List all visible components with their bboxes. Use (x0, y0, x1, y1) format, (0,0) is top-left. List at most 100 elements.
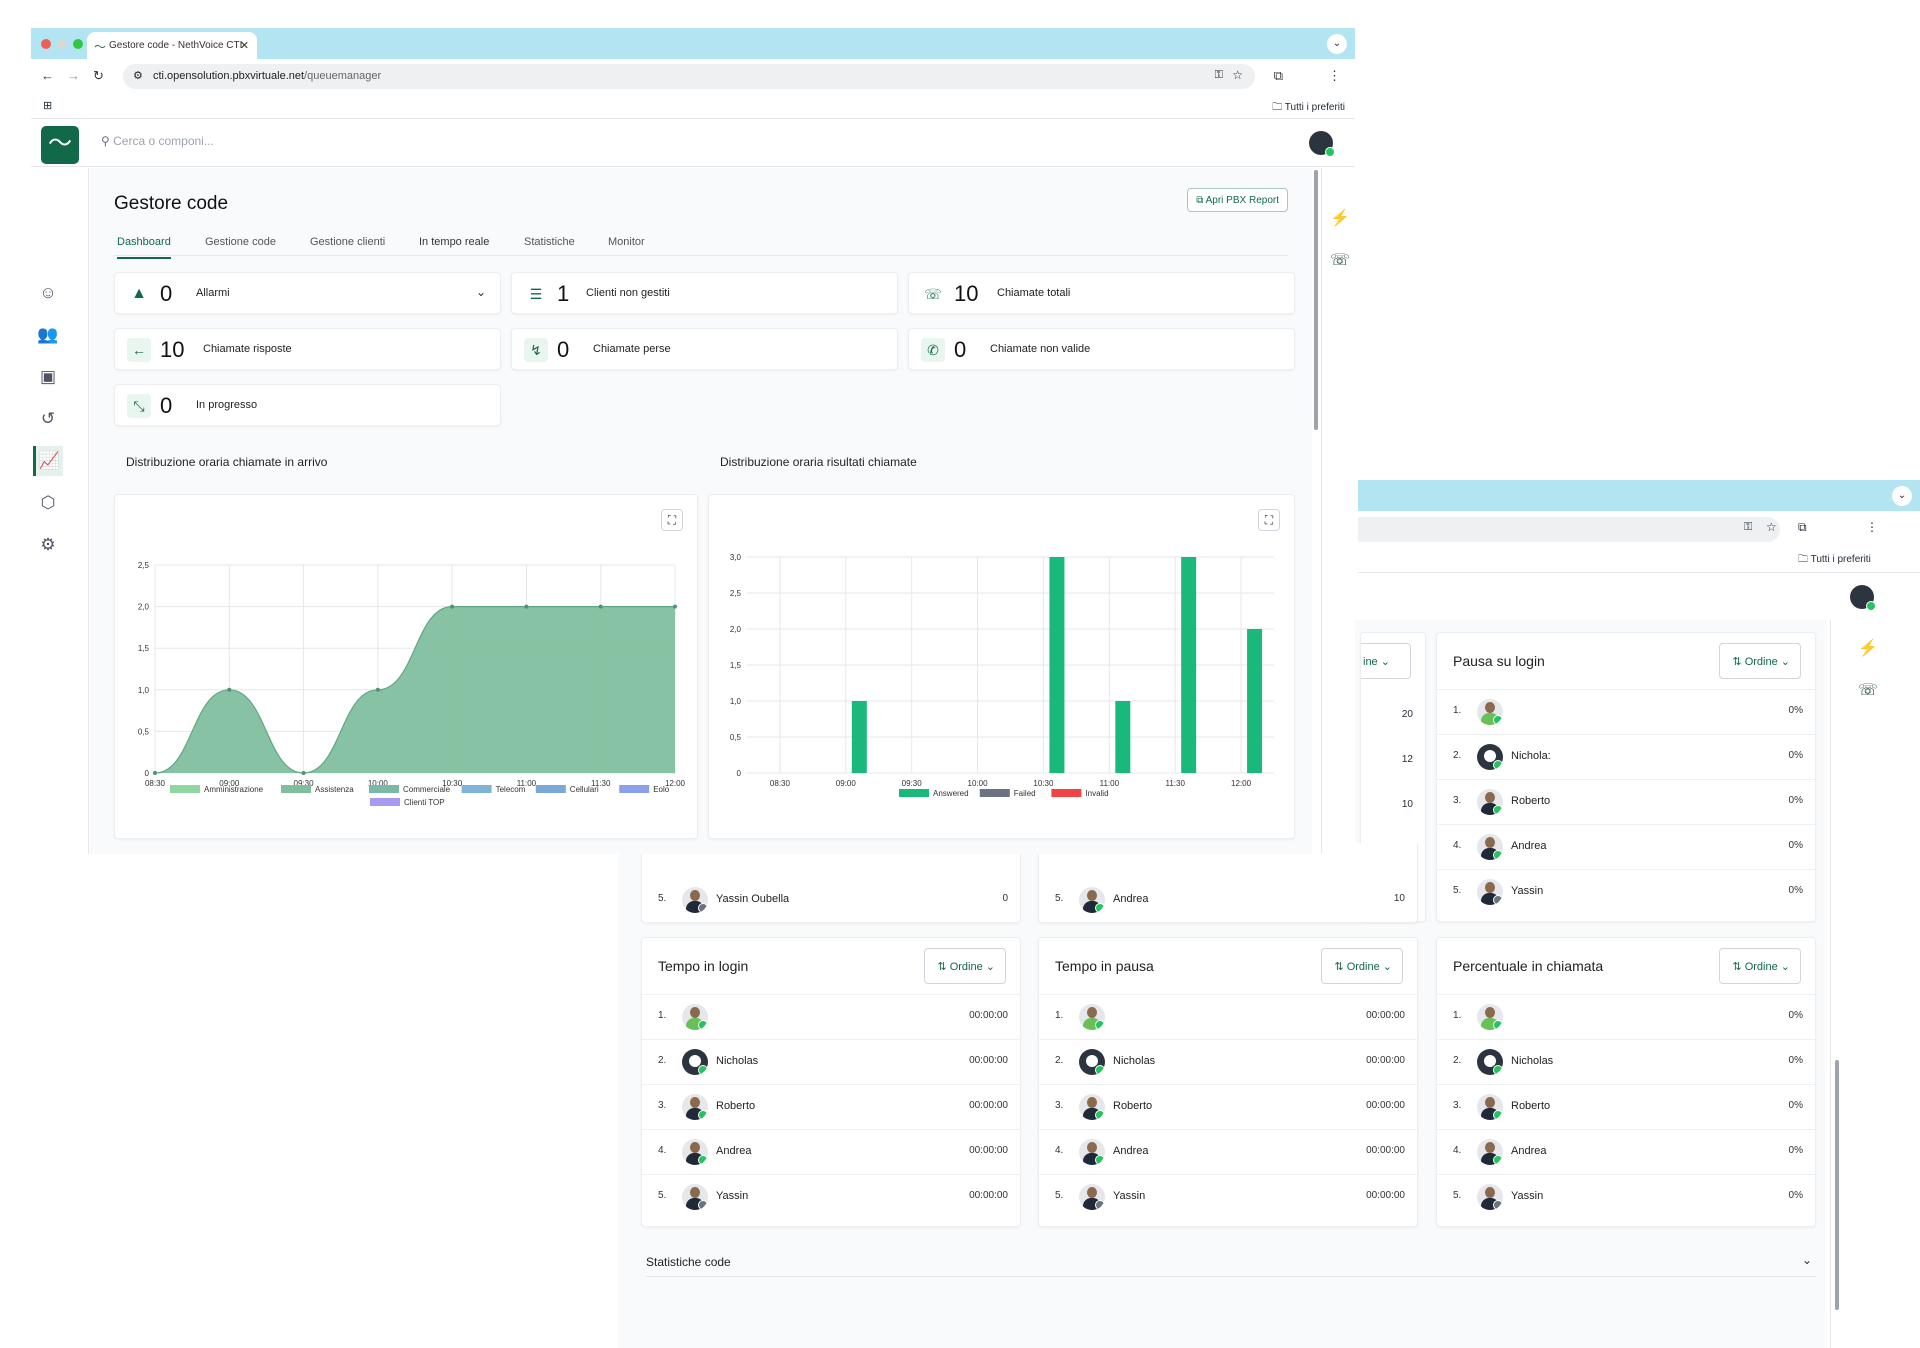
order-button-partial[interactable]: ine ⌄ (1361, 643, 1411, 679)
metric-value: 0% (1788, 885, 1803, 896)
data-point (375, 687, 380, 692)
table-row: 1. 00:00:00 (642, 994, 1020, 1039)
avatar (1477, 834, 1503, 860)
sort-icon: ⇅ (937, 961, 950, 973)
tab-statistiche[interactable]: Statistiche (524, 236, 575, 248)
avatar (682, 1139, 708, 1165)
metric-value: 00:00:00 (1366, 1100, 1405, 1111)
rank: 3. (1055, 1100, 1064, 1111)
legend-swatch (281, 785, 311, 793)
metric-value: 00:00:00 (969, 1010, 1008, 1021)
address-bar[interactable]: ⚙ cti.opensolution.pbxvirtuale.net/queue… (123, 64, 1255, 89)
legend-swatch (370, 798, 400, 806)
nethvoice-logo[interactable]: 〜 (41, 126, 79, 164)
close-window-icon[interactable] (41, 39, 51, 49)
chart-icon[interactable]: 📈 (33, 446, 63, 476)
leaderboard-title: Tempo in pausa (1055, 958, 1154, 974)
operator-icon[interactable]: ☺ (33, 278, 63, 308)
legend-swatch (170, 785, 200, 793)
scrollbar[interactable] (1835, 1060, 1839, 1310)
tab-dashboard[interactable]: Dashboard (117, 236, 171, 259)
url-host: cti.opensolution.pbxvirtuale.net (153, 70, 305, 82)
operator-name: Andrea (716, 1145, 752, 1157)
bookmarks-folder[interactable]: 🗀 Tutti i preferiti (1798, 552, 1871, 569)
lightning-icon[interactable]: ⚡ (1858, 638, 1878, 658)
order-button[interactable]: ⇅ Ordine ⌄ (1321, 948, 1403, 984)
rank: 3. (1453, 1100, 1462, 1111)
lightning-icon[interactable]: ⚡ (1330, 208, 1350, 228)
apps-grid-icon[interactable]: ⊞ (43, 99, 52, 112)
minimize-window-icon[interactable] (57, 39, 67, 49)
browser-tab[interactable]: 〜 Gestore code - NethVoice CTI ✕ (87, 32, 257, 59)
table-row: 2. Nicholas 00:00:00 (1039, 1039, 1417, 1084)
settings-icon[interactable]: ⚙ (33, 530, 63, 560)
maximize-window-icon[interactable] (73, 39, 83, 49)
user-avatar-button[interactable] (1850, 585, 1876, 611)
chevron-down-icon: ⌄ (1801, 1253, 1812, 1267)
phone-icon[interactable]: ☏ (1330, 250, 1350, 270)
bookmarks-folder[interactable]: 🗀 Tutti i preferiti (1272, 100, 1345, 117)
key-icon[interactable]: ⚿ (1744, 521, 1752, 534)
tab-gestione-code[interactable]: Gestione code (205, 236, 276, 248)
stat-label: Chiamate totali (997, 287, 1071, 299)
pbx-report-button[interactable]: ⧉ Apri PBX Report (1187, 188, 1288, 212)
star-icon[interactable]: ☆ (1232, 68, 1243, 82)
chevron-down-icon[interactable]: ⌄ (476, 285, 486, 299)
rank: 5. (1453, 1190, 1462, 1201)
tab-in-tempo-reale[interactable]: In tempo reale (419, 236, 489, 248)
avatar (1477, 789, 1503, 815)
scrollbar[interactable] (1314, 170, 1318, 430)
order-button[interactable]: ⇅ Ordine ⌄ (924, 948, 1006, 984)
order-button[interactable]: ⇅ Ordine ⌄ (1719, 948, 1801, 984)
contacts-icon[interactable]: ▣ (33, 362, 63, 392)
team-icon[interactable]: 👥 (33, 320, 63, 350)
y-tick-label: 0,5 (730, 733, 742, 742)
metric-value: 0% (1788, 1010, 1803, 1021)
avatar (1079, 1004, 1105, 1030)
user-avatar-button[interactable] (1309, 131, 1335, 157)
tab-dropdown-icon[interactable]: ⌄ (1327, 34, 1347, 54)
leaderboard-title: Pausa su login (1453, 653, 1545, 669)
queue-stats-section[interactable]: Statistiche code ⌄ (646, 1253, 1816, 1277)
phone-icon[interactable]: ☏ (1858, 680, 1878, 700)
window-controls[interactable] (41, 39, 83, 49)
tab-monitor[interactable]: Monitor (608, 236, 645, 248)
extensions-icon[interactable]: ⧉ (1274, 68, 1283, 84)
y-tick-label: 2,5 (138, 561, 150, 570)
table-row: 2. Nicholas 00:00:00 (642, 1039, 1020, 1084)
menu-icon[interactable]: ⋮ (1866, 520, 1878, 534)
stat-label: Chiamate non valide (990, 343, 1091, 355)
y-tick-label: 1,0 (138, 686, 150, 695)
cubes-icon[interactable]: ⬡ (33, 488, 63, 518)
site-info-icon[interactable]: ⚙ (133, 69, 143, 82)
metric-value: 0% (1788, 1100, 1803, 1111)
star-icon[interactable]: ☆ (1766, 520, 1777, 534)
stat-card-answered: ← 10 Chiamate risposte (114, 328, 501, 370)
order-button[interactable]: ⇅ Ordine ⌄ (1719, 643, 1801, 679)
extensions-icon[interactable]: ⧉ (1798, 520, 1807, 535)
back-url-bar[interactable] (1358, 517, 1780, 542)
table-row: 5. Yassin Oubella 0 (642, 878, 1020, 923)
metric-value: 0% (1788, 1190, 1803, 1201)
tab-gestione-clienti[interactable]: Gestione clienti (310, 236, 385, 248)
rank: 5. (1055, 1190, 1064, 1201)
bar-Answered (1049, 557, 1065, 773)
partial-value: 20 (1401, 709, 1413, 720)
close-tab-icon[interactable]: ✕ (240, 39, 249, 52)
operator-name: Andrea (1511, 840, 1547, 852)
legend-label: Cellulari (570, 785, 599, 794)
search-input[interactable]: ⚲ Cerca o componi... (101, 134, 214, 148)
forward-arrow-icon[interactable]: → (67, 68, 80, 83)
y-tick-label: 1,5 (730, 661, 742, 670)
key-icon[interactable]: ⚿ (1215, 69, 1223, 82)
menu-icon[interactable]: ⋮ (1328, 68, 1341, 84)
history-icon[interactable]: ↺ (33, 404, 63, 434)
legend-swatch (899, 789, 929, 797)
tab-dropdown-icon[interactable]: ⌄ (1892, 486, 1912, 506)
back-arrow-icon[interactable]: ← (41, 68, 54, 83)
stat-card-alarms[interactable]: ▲ 0 Allarmi ⌄ (114, 272, 501, 314)
stat-card-unmanaged: ☰ 1 Clienti non gestiti (511, 272, 898, 314)
reload-icon[interactable]: ↻ (93, 68, 104, 84)
rank: 3. (1453, 795, 1462, 806)
legend-label: Amministrazione (204, 785, 264, 794)
